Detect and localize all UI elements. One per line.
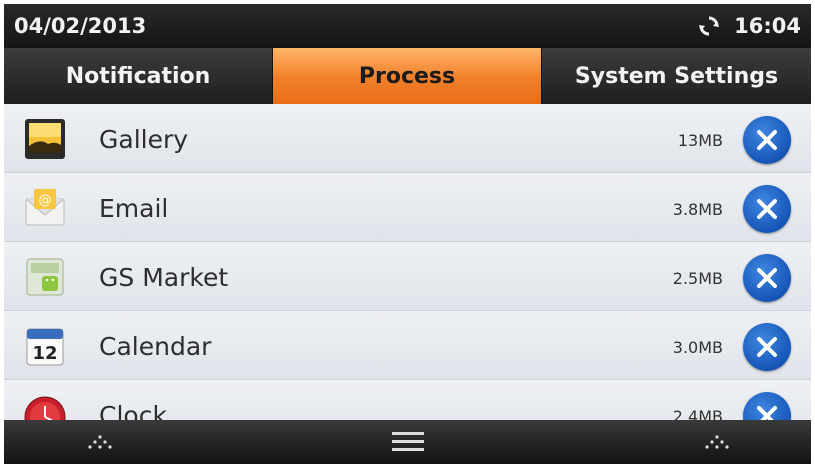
calendar-day: 12 <box>32 343 57 364</box>
app-name: Email <box>99 194 169 223</box>
menu-icon <box>392 432 424 451</box>
app-size: 2.5MB <box>672 269 723 288</box>
app-name: Gallery <box>99 125 189 154</box>
left-nav-button[interactable] <box>70 420 130 464</box>
app-name: GS Market <box>99 263 229 292</box>
tab-system-settings[interactable]: System Settings <box>542 48 811 104</box>
close-icon <box>757 337 777 357</box>
process-manager-screen: 04/02/2013 16:04 Notification Process Sy… <box>4 4 811 464</box>
right-nav-button[interactable] <box>687 420 747 464</box>
list-item[interactable]: GS Market 2.5MB <box>4 242 811 311</box>
close-process-button[interactable] <box>743 185 791 233</box>
dots-icon <box>705 435 729 449</box>
close-icon <box>757 130 777 150</box>
close-process-button[interactable] <box>743 392 791 420</box>
app-name: Calendar <box>99 332 212 361</box>
menu-button[interactable] <box>378 420 438 464</box>
bottom-navigation-bar <box>4 420 811 464</box>
close-icon <box>757 406 777 420</box>
process-list: Gallery 13MB @ Email 3.8MB GS Market 2.5… <box>4 104 811 420</box>
svg-text:@: @ <box>39 193 52 208</box>
list-item[interactable]: Clock 2.4MB <box>4 380 811 420</box>
tab-notification[interactable]: Notification <box>4 48 273 104</box>
status-right: 16:04 <box>698 14 801 38</box>
app-size: 2.4MB <box>672 407 723 420</box>
close-process-button[interactable] <box>743 254 791 302</box>
close-process-button[interactable] <box>743 323 791 371</box>
list-item[interactable]: 12 Calendar 3.0MB <box>4 311 811 380</box>
sync-icon <box>699 16 720 36</box>
gallery-icon <box>25 119 65 159</box>
status-date: 04/02/2013 <box>14 14 147 38</box>
close-icon <box>757 199 777 219</box>
clock-icon <box>24 396 66 420</box>
tab-process[interactable]: Process <box>273 48 542 104</box>
app-size: 3.8MB <box>672 200 723 219</box>
list-item[interactable]: Gallery 13MB <box>4 104 811 173</box>
email-icon: @ <box>25 189 65 226</box>
list-item[interactable]: @ Email 3.8MB <box>4 173 811 242</box>
app-size: 13MB <box>677 131 723 150</box>
dots-icon <box>88 435 112 449</box>
app-name: Clock <box>99 401 167 420</box>
close-icon <box>757 268 777 288</box>
app-size: 3.0MB <box>672 338 723 357</box>
market-icon <box>26 258 64 296</box>
tab-bar: Notification Process System Settings <box>4 48 811 104</box>
status-time: 16:04 <box>734 14 801 38</box>
status-bar: 04/02/2013 16:04 <box>4 4 811 48</box>
calendar-icon: 12 <box>26 328 64 366</box>
close-process-button[interactable] <box>743 116 791 164</box>
